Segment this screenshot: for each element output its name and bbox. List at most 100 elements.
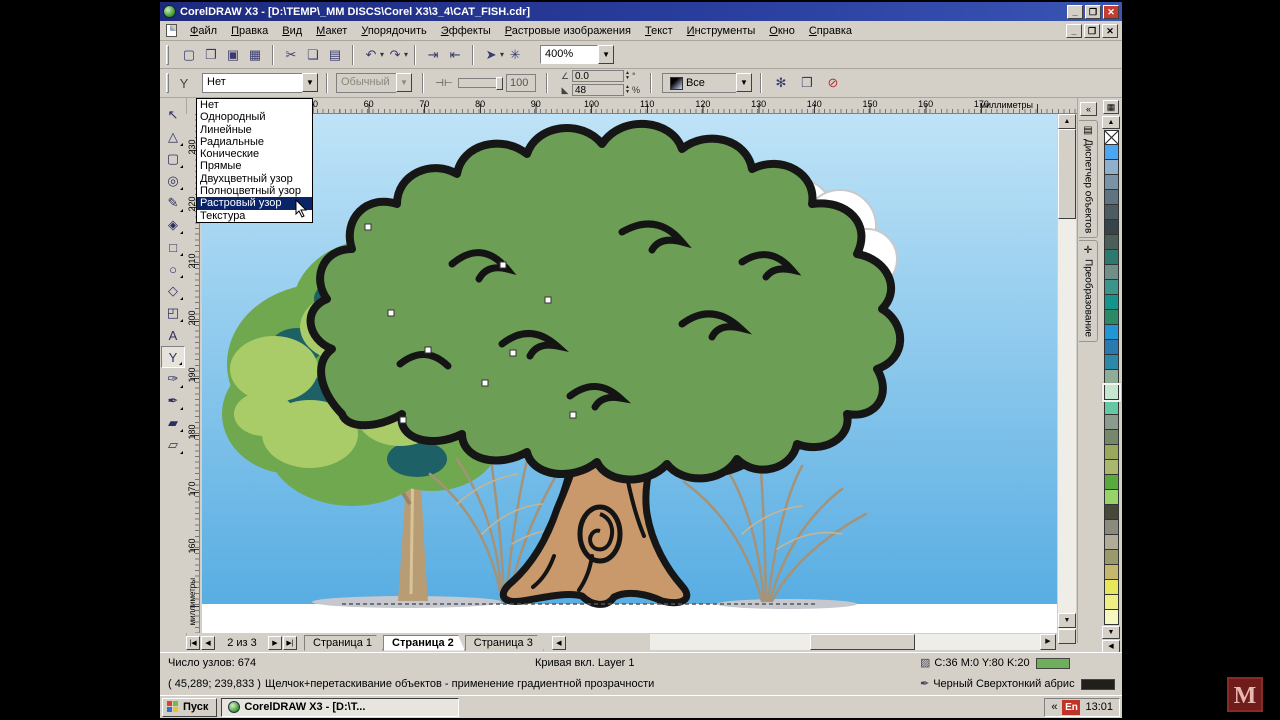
- palette-color-#8fb0cc[interactable]: [1104, 160, 1119, 175]
- page-tab-3[interactable]: Страница 3: [465, 635, 544, 651]
- restore-button[interactable]: ❐: [1085, 5, 1101, 19]
- angle-field[interactable]: [572, 70, 624, 82]
- palette-color-#4da6f0[interactable]: [1104, 145, 1119, 160]
- palette-color-#7b93a6[interactable]: [1104, 175, 1119, 190]
- palette-color-#c7b76c[interactable]: [1104, 565, 1119, 580]
- edge-field[interactable]: [572, 84, 624, 96]
- new-button[interactable]: ▢: [178, 44, 200, 66]
- interactive-fill-tool[interactable]: ▱: [161, 434, 185, 456]
- zoom-level-value[interactable]: 400%: [540, 45, 598, 64]
- palette-color-#6f8f88[interactable]: [1104, 265, 1119, 280]
- undo-button[interactable]: ↶: [360, 44, 382, 66]
- palette-color-#e7e75c[interactable]: [1104, 580, 1119, 595]
- palette-color-#efef83[interactable]: [1104, 595, 1119, 610]
- palette-color-#3d948a[interactable]: [1104, 280, 1119, 295]
- palette-color-#4d5c63[interactable]: [1104, 205, 1119, 220]
- curve-tool[interactable]: ✎: [161, 192, 185, 214]
- redo-flyout-arrow-icon[interactable]: ▾: [404, 50, 408, 59]
- dropdown-option-6[interactable]: Прямые: [197, 160, 312, 172]
- tray-collapse-icon[interactable]: «: [1051, 701, 1057, 713]
- palette-color-#49493b[interactable]: [1104, 505, 1119, 520]
- docker-collapse-button[interactable]: «: [1080, 102, 1097, 116]
- palette-color-#76886b[interactable]: [1104, 430, 1119, 445]
- menu-правка[interactable]: Правка: [224, 22, 275, 40]
- menu-упорядочить[interactable]: Упорядочить: [354, 22, 433, 40]
- palette-color-#98d36a[interactable]: [1104, 490, 1119, 505]
- zoom-tool[interactable]: ◎: [161, 170, 185, 192]
- vertical-scroll-thumb[interactable]: [1058, 129, 1076, 219]
- start-button[interactable]: Пуск: [162, 698, 217, 717]
- copy-transparency-button[interactable]: ❒: [796, 72, 818, 94]
- transparency-midpoint-slider[interactable]: [458, 78, 502, 88]
- rectangle-tool[interactable]: □: [161, 236, 185, 258]
- dropdown-option-3[interactable]: Линейные: [197, 124, 312, 136]
- palette-color-#14948a[interactable]: [1104, 295, 1119, 310]
- menu-растровые изображения[interactable]: Растровые изображения: [498, 22, 638, 40]
- transparency-type-value[interactable]: Нет: [202, 73, 302, 93]
- eyedropper-tool[interactable]: ✑: [161, 368, 185, 390]
- dropdown-option-8[interactable]: Полноцветный узор: [197, 185, 312, 197]
- app-launcher-button[interactable]: ➤: [480, 44, 502, 66]
- page-tab-2[interactable]: Страница 2: [383, 635, 465, 651]
- close-button[interactable]: ✕: [1103, 5, 1119, 19]
- export-button[interactable]: ⇤: [444, 44, 466, 66]
- edge-spinners[interactable]: ▲▼: [625, 85, 630, 95]
- print-button[interactable]: ▦: [244, 44, 266, 66]
- no-transparency-button[interactable]: ⊘: [822, 72, 844, 94]
- menu-текст[interactable]: Текст: [638, 22, 680, 40]
- palette-color-#66c7a3[interactable]: [1104, 400, 1119, 415]
- freeze-transparency-button[interactable]: ✻: [770, 72, 792, 94]
- language-indicator[interactable]: En: [1062, 700, 1080, 715]
- text-tool[interactable]: А: [161, 324, 185, 346]
- zoom-level-combo[interactable]: 400% ▼: [540, 45, 614, 64]
- midpoint-slider-thumb[interactable]: [496, 77, 503, 90]
- toolbar-grip[interactable]: [166, 45, 169, 65]
- taskbar-task-button[interactable]: CorelDRAW X3 - [D:\T...: [221, 698, 459, 717]
- dropdown-option-4[interactable]: Радиальные: [197, 136, 312, 148]
- palette-color-#5f7480[interactable]: [1104, 190, 1119, 205]
- minimize-button[interactable]: _: [1067, 5, 1083, 19]
- transparency-type-combo[interactable]: Нет ▼: [202, 73, 318, 93]
- corel-online-button[interactable]: ✳: [504, 44, 526, 66]
- palette-scroll-down-icon[interactable]: ▼: [1102, 626, 1120, 639]
- palette-color-#58aa3c[interactable]: [1104, 475, 1119, 490]
- scroll-right-icon[interactable]: ▶: [1040, 634, 1056, 650]
- palette-color-#8b8b7d[interactable]: [1104, 520, 1119, 535]
- docker-tab-Диспетчер объектов[interactable]: ▤Диспетчер объектов: [1079, 120, 1098, 238]
- vertical-scrollbar[interactable]: ▲ ▼: [1058, 114, 1076, 644]
- redo-button[interactable]: ↷: [384, 44, 406, 66]
- horizontal-scroll-thumb[interactable]: [810, 634, 915, 650]
- palette-color-#2a7aaf[interactable]: [1104, 340, 1119, 355]
- palette-options-icon[interactable]: ▦: [1103, 100, 1119, 114]
- palette-no-color[interactable]: [1104, 130, 1119, 145]
- shape-tool[interactable]: △: [161, 126, 185, 148]
- apply-to-value[interactable]: Все: [686, 77, 705, 89]
- paste-button[interactable]: ▤: [324, 44, 346, 66]
- scroll-down-icon[interactable]: ▼: [1058, 613, 1076, 628]
- palette-color-#4b5e57[interactable]: [1104, 235, 1119, 250]
- open-button[interactable]: ❐: [200, 44, 222, 66]
- palette-color-#8fac97[interactable]: [1104, 370, 1119, 385]
- horizontal-ruler[interactable]: 5060708090100110120130140150160170 милли…: [200, 98, 1077, 114]
- palette-scroll-up-icon[interactable]: ▲: [1102, 116, 1120, 129]
- ellipse-tool[interactable]: ○: [161, 258, 185, 280]
- mdi-minimize-button[interactable]: _: [1066, 24, 1082, 38]
- menu-вид[interactable]: Вид: [275, 22, 309, 40]
- dropdown-option-1[interactable]: Нет: [197, 99, 312, 111]
- menu-файл[interactable]: Файл: [183, 22, 224, 40]
- palette-color-#f7f7c2[interactable]: [1104, 610, 1119, 625]
- apply-to-arrow-icon[interactable]: ▼: [736, 73, 752, 92]
- angle-spinners[interactable]: ▲▼: [625, 71, 630, 81]
- palette-color-#2a8a66[interactable]: [1104, 310, 1119, 325]
- palette-color-#8c9c8c[interactable]: [1104, 415, 1119, 430]
- copy-button[interactable]: ❏: [302, 44, 324, 66]
- palette-color-#99996b[interactable]: [1104, 550, 1119, 565]
- fill-tool[interactable]: ▰: [161, 412, 185, 434]
- dropdown-option-5[interactable]: Конические: [197, 148, 312, 160]
- apply-to-combo[interactable]: Все ▼: [662, 73, 752, 93]
- last-page-icon[interactable]: ▶|: [283, 636, 297, 650]
- save-button[interactable]: ▣: [222, 44, 244, 66]
- mdi-close-button[interactable]: ✕: [1102, 24, 1118, 38]
- prev-page-icon[interactable]: ◀: [201, 636, 215, 650]
- palette-color-#b1ab97[interactable]: [1104, 535, 1119, 550]
